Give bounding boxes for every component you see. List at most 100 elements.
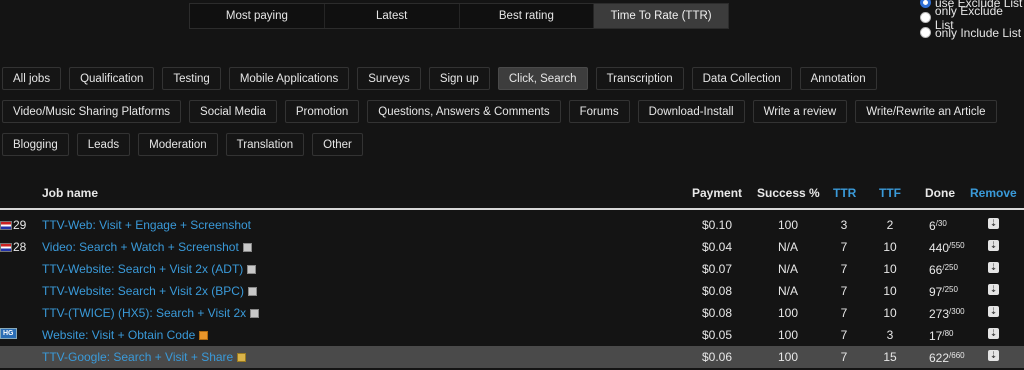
col-done[interactable]: Done [925,186,955,200]
remove-icon[interactable]: ⇣ [988,218,999,229]
ttf-value: 15 [883,350,897,364]
radio-option-only-exclude-list[interactable]: only Exclude List [920,4,1024,32]
category-video-music-sharing-platforms[interactable]: Video/Music Sharing Platforms [2,100,182,123]
ttf-value: 10 [883,306,897,320]
done-value: 6 [929,219,936,233]
remove-icon[interactable]: ⇣ [988,240,999,251]
done-total: /660 [949,351,965,360]
job-name-text[interactable]: TTV-(TWICE) (HX5): Search + Visit 2x [42,306,246,320]
job-name-link[interactable]: Video: Search + Watch + Screenshot [42,240,252,254]
category-all-jobs[interactable]: All jobs [2,67,62,90]
table-row: TTV-(TWICE) (HX5): Search + Visit 2x $0.0… [0,302,1024,324]
job-type-icon [247,287,257,296]
remove-icon[interactable]: ⇣ [988,328,999,339]
ttf-value: 2 [886,218,894,232]
remove-icon[interactable]: ⇣ [988,350,999,361]
category-transcription[interactable]: Transcription [595,67,684,90]
done-value: 622 [929,351,950,365]
category-data-collection[interactable]: Data Collection [691,67,792,90]
payment: $0.08 [702,306,733,320]
ttr-value: 7 [840,284,848,298]
done-total: /550 [949,241,965,250]
job-id: 28 [0,240,26,254]
success-rate: 100 [777,218,799,232]
category-leads[interactable]: Leads [76,133,131,156]
remove-icon[interactable]: ⇣ [988,284,999,295]
job-name-link[interactable]: Website: Visit + Obtain Code [42,328,209,342]
jobs-table: Job name Payment Success % TTR TTF Done … [0,181,1024,368]
job-name-link[interactable]: TTV-Website: Search + Visit 2x (BPC) [42,284,257,298]
col-payment[interactable]: Payment [692,186,742,200]
ttf-value: 3 [886,328,894,342]
done-value: 66 [929,263,943,277]
job-name-text[interactable]: Video: Search + Watch + Screenshot [42,240,239,254]
table-body: 29 TTV-Web: Visit + Engage + Screenshot $0… [0,210,1024,368]
remove-icon[interactable]: ⇣ [988,306,999,317]
job-id: HG [0,328,17,339]
job-name-link[interactable]: TTV-Google: Search + Visit + Share [42,350,247,364]
done-total: /250 [942,263,958,272]
category-blogging[interactable]: Blogging [2,133,69,156]
col-ttr[interactable]: TTR [833,186,856,200]
category-translation[interactable]: Translation [225,133,305,156]
col-success[interactable]: Success % [757,186,820,200]
success-rate: 100 [777,350,799,364]
success-rate: 100 [777,328,799,342]
category-write-a-review[interactable]: Write a review [752,100,848,123]
table-row: 28 Video: Search + Watch + Screenshot $0.0… [0,236,1024,258]
payment: $0.04 [702,240,733,254]
radio-label: only Include List [935,25,1022,40]
radio-button[interactable] [920,0,931,8]
job-type-icon [250,309,260,318]
radio-button[interactable] [920,27,931,38]
category-moderation[interactable]: Moderation [138,133,218,156]
col-job-name[interactable]: Job name [42,186,98,200]
category-qualification[interactable]: Qualification [69,67,155,90]
category-click-search[interactable]: Click, Search [497,67,588,90]
col-ttf[interactable]: TTF [879,186,901,200]
payment: $0.05 [702,328,733,342]
done-total: /250 [942,285,958,294]
flag-icon [0,220,12,230]
sort-tab-best-rating[interactable]: Best rating [460,4,595,28]
done-total: /80 [942,329,954,338]
job-name-link[interactable]: TTV-Website: Search + Visit 2x (ADT) [42,262,257,276]
category-surveys[interactable]: Surveys [357,67,421,90]
table-row: TTV-Google: Search + Visit + Share $0.06 1… [0,346,1024,368]
category-forums[interactable]: Forums [568,100,630,123]
payment: $0.06 [702,350,733,364]
col-remove[interactable]: Remove [970,186,1017,200]
category-promotion[interactable]: Promotion [284,100,360,123]
job-name-text[interactable]: TTV-Website: Search + Visit 2x (ADT) [42,262,243,276]
category-annotation[interactable]: Annotation [799,67,877,90]
job-name-text[interactable]: TTV-Web: Visit + Engage + Screenshot [42,218,251,232]
sort-tab-latest[interactable]: Latest [325,4,460,28]
ttr-value: 7 [840,240,848,254]
sort-tab-time-to-rate-ttr[interactable]: Time To Rate (TTR) [594,4,728,28]
success-rate: N/A [777,284,799,298]
job-name-text[interactable]: TTV-Google: Search + Visit + Share [42,350,233,364]
job-name-link[interactable]: TTV-Web: Visit + Engage + Screenshot [42,218,251,232]
category-questions-answers-comments[interactable]: Questions, Answers & Comments [367,100,561,123]
category-row: Blogging Leads Moderation Translation Other [2,133,1002,156]
category-social-media[interactable]: Social Media [189,100,277,123]
category-download-install[interactable]: Download-Install [637,100,745,123]
category-mobile-applications[interactable]: Mobile Applications [228,67,350,90]
done-total: /30 [935,219,947,228]
category-testing[interactable]: Testing [162,67,221,90]
sort-tab-most-paying[interactable]: Most paying [190,4,325,28]
category-other[interactable]: Other [312,133,363,156]
ttf-value: 10 [883,262,897,276]
sort-tabs: Most paying Latest Best rating Time To Rate… [189,3,729,29]
category-write-rewrite-an-article[interactable]: Write/Rewrite an Article [855,100,997,123]
ttr-value: 7 [840,306,848,320]
job-type-icon [199,331,209,340]
radio-option-only-include-list[interactable]: only Include List [920,25,1024,40]
category-filter: All jobs Qualification Testing Mobile Appli… [2,67,1002,166]
job-name-text[interactable]: TTV-Website: Search + Visit 2x (BPC) [42,284,244,298]
radio-button[interactable] [920,12,931,23]
category-sign-up[interactable]: Sign up [428,67,490,90]
job-name-text[interactable]: Website: Visit + Obtain Code [42,328,195,342]
remove-icon[interactable]: ⇣ [988,262,999,273]
job-name-link[interactable]: TTV-(TWICE) (HX5): Search + Visit 2x [42,306,260,320]
